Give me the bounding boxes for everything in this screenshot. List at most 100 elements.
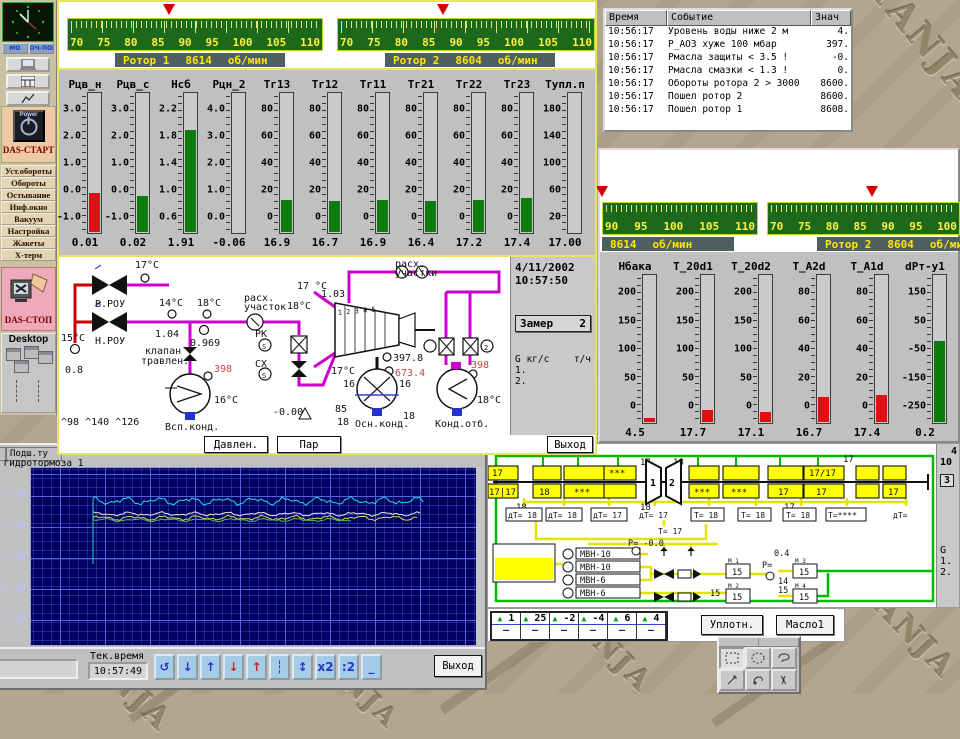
- gauge-tickmarks: [466, 96, 470, 230]
- svg-text:0.969: 0.969: [190, 338, 220, 349]
- trend-plot[interactable]: [30, 467, 480, 646]
- scale-number: 75: [97, 36, 110, 49]
- sidebar-menu-button[interactable]: Настройка: [1, 225, 56, 237]
- terminal-icon-button[interactable]: [6, 57, 50, 72]
- log-row[interactable]: 10:56:17 Уровень воды ниже 2 м 4.: [605, 26, 851, 39]
- sidebar-menu-button[interactable]: Инф.окно: [1, 201, 56, 213]
- window-thumbnail[interactable]: [38, 351, 53, 364]
- rotor-rpm-value: 8614: [602, 238, 645, 251]
- trend-tool-button[interactable]: ↑: [200, 654, 221, 680]
- log-col-event[interactable]: Событие: [667, 10, 811, 26]
- sidebar-menu-button[interactable]: Остывание: [1, 189, 56, 201]
- sidebar-menu-button[interactable]: Обороты: [1, 177, 56, 189]
- svg-text:17|17: 17|17: [489, 488, 516, 498]
- svg-text:18°C: 18°C: [287, 301, 311, 312]
- trend-tool-button[interactable]: _: [361, 654, 382, 680]
- trend-tool-button[interactable]: ↺: [154, 654, 175, 680]
- sidebar-menu-button[interactable]: Уст.обороты: [1, 165, 56, 177]
- trend-toolbar: Тек.время 10:57:49 ↺↓↑↓↑┆↕x2:2_ Выход: [0, 647, 485, 688]
- zamer-button[interactable]: Замер 2: [515, 315, 591, 332]
- log-col-time[interactable]: Время: [605, 10, 667, 26]
- bar-gauge: Нбака 200 150 100 50 0 4.5: [606, 260, 664, 441]
- gauge-track: [567, 92, 582, 234]
- trend-tool-button[interactable]: ↕: [292, 654, 313, 680]
- gauge-label: Рцв_с: [109, 78, 157, 92]
- lasso-icon[interactable]: [771, 647, 797, 669]
- mimic-exit-button[interactable]: Выход: [547, 436, 593, 453]
- trend-tool-button[interactable]: :2: [338, 654, 359, 680]
- svg-text:дТ= 18: дТ= 18: [508, 511, 537, 520]
- gauge-value: -0.06: [205, 236, 253, 249]
- current-time-value: 10:57:49: [88, 662, 148, 680]
- gauge-track: [700, 274, 715, 424]
- clock-alarm-button[interactable]: ОЧ-ПОШ: [29, 43, 55, 54]
- par-button[interactable]: Пар: [277, 436, 341, 453]
- gauge-tick: 4.0: [207, 104, 225, 115]
- gauge-track: [758, 274, 773, 424]
- trend-tool-button[interactable]: ↓: [177, 654, 198, 680]
- gauge-tick: 3.0: [111, 104, 129, 115]
- rotor-rpm-units: об/мин: [220, 54, 276, 67]
- bar-gauge: T_20d1 200 150 100 50 0 17.7: [664, 260, 722, 441]
- trend-scrollbar[interactable]: [476, 467, 483, 646]
- bar-gauge: Рцв_н 3.0 2.0 1.0 0.0 -1.0 0.01: [61, 78, 109, 256]
- scale-ticks: [771, 205, 956, 212]
- trend-tool-button[interactable]: ↑: [246, 654, 267, 680]
- trend-tool-button[interactable]: x2: [315, 654, 336, 680]
- clone-tool-icon[interactable]: [745, 669, 771, 691]
- svg-text:16: 16: [343, 379, 355, 390]
- svg-text:Т= 18: Т= 18: [694, 511, 718, 520]
- uplotn-button[interactable]: Уплотн.: [701, 615, 763, 635]
- rotor2-rpm-bar: Ротор 2 8604 об/мин: [385, 53, 555, 67]
- side-row2: 2.: [940, 567, 959, 578]
- gauge-label: T_20d2: [722, 260, 780, 274]
- gauge-label: Тупл.п: [541, 78, 589, 92]
- log-row[interactable]: 10:56:17 P_AO3 хуже 100 мбар 397.: [605, 39, 851, 52]
- log-col-value[interactable]: Знач: [811, 10, 851, 26]
- power-keycap[interactable]: Power: [13, 110, 45, 142]
- mimic-time: 10:57:50: [515, 274, 591, 287]
- clock-mode-button[interactable]: МО: [2, 43, 28, 54]
- window-thumbnail[interactable]: [24, 346, 39, 359]
- sidebar-menu-button[interactable]: X-терм: [1, 249, 56, 261]
- das-stop-label[interactable]: DAS-СТОП: [2, 315, 55, 325]
- marquee-select-icon[interactable]: [719, 647, 745, 669]
- ribbon-tool-icon[interactable]: [771, 669, 797, 691]
- rotor2-scale: 707580859095100: [767, 202, 960, 235]
- trend-tool-button[interactable]: ┆: [269, 654, 290, 680]
- scale-number: 85: [422, 36, 435, 49]
- ellipse-select-icon[interactable]: [745, 647, 771, 669]
- log-row[interactable]: 10:56:17 Пошел ротор 1 8608.: [605, 104, 851, 117]
- gauge-tickmarks: [811, 278, 815, 420]
- magic-wand-icon[interactable]: [719, 669, 745, 691]
- log-row[interactable]: 10:56:17 Рмасла защиты < 3.5 ! -0.: [605, 52, 851, 65]
- scale-number: 95: [477, 36, 490, 49]
- gauge-tick: 0: [459, 211, 465, 222]
- log-row[interactable]: 10:56:17 Обороты ротора 2 > 3000 8600.: [605, 78, 851, 91]
- gauge-tick: 140: [543, 131, 561, 142]
- sidebar-menu-button[interactable]: Жакеты: [1, 237, 56, 249]
- chart-icon-button[interactable]: [6, 91, 50, 106]
- calculator-icon-button[interactable]: [6, 74, 50, 89]
- log-row[interactable]: 10:56:17 Пошел ротор 2 8600.: [605, 91, 851, 104]
- stop-monitor-hand-icon[interactable]: [9, 272, 49, 308]
- davlen-button[interactable]: Давлен.: [204, 436, 268, 453]
- svg-text:0.8: 0.8: [65, 365, 83, 376]
- gauge-bar: [644, 418, 655, 422]
- log-row[interactable]: 10:56:17 Рмасла смазки < 1.3 ! 0.: [605, 65, 851, 78]
- power-icon: [20, 119, 37, 136]
- window-thumbnail[interactable]: [14, 360, 29, 373]
- flow-row: 1.: [515, 365, 591, 376]
- trend-exit-button[interactable]: Выход: [434, 655, 482, 677]
- indicator-value: -2: [563, 613, 575, 624]
- log-value: 8608.: [807, 104, 851, 117]
- das-start-label[interactable]: DAS-СТАРТ: [2, 145, 55, 155]
- side-zamer[interactable]: 3: [940, 474, 954, 487]
- svg-text:18: 18: [337, 417, 349, 428]
- trend-tool-button[interactable]: ↓: [223, 654, 244, 680]
- sidebar-menu-button[interactable]: Вакуум: [1, 213, 56, 225]
- maslo1-button[interactable]: Масло1: [776, 615, 834, 635]
- gauge-value: 0.2: [896, 426, 954, 439]
- rotor1-scale: 707580859095100105110: [67, 18, 323, 51]
- log-time: 10:56:17: [605, 26, 668, 39]
